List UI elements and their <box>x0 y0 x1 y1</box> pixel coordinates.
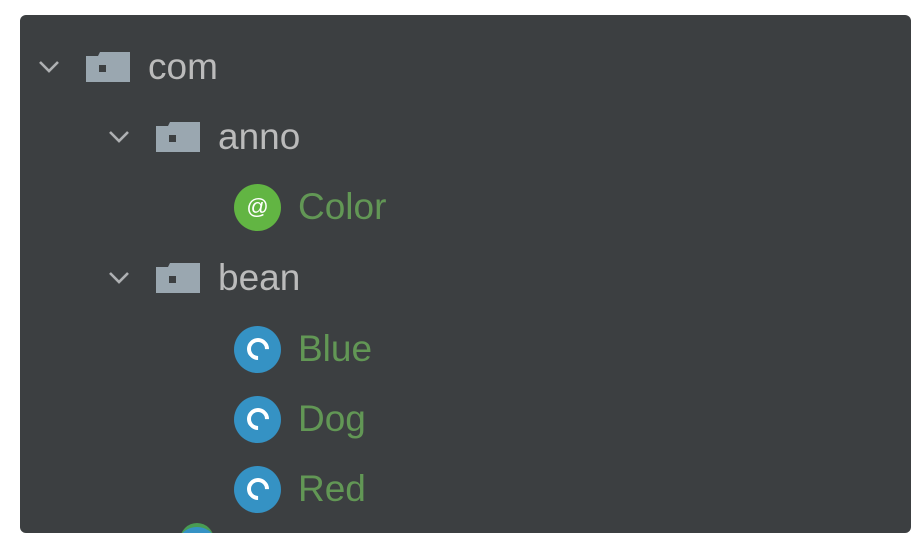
project-tree-panel: com anno @ Color bean Blue Dog Red <box>20 15 911 533</box>
tree-node-label: bean <box>218 257 301 298</box>
tree-leaf-blue[interactable]: Blue <box>234 314 372 384</box>
tree-leaf-dog[interactable]: Dog <box>234 384 366 454</box>
folder-icon <box>84 47 134 87</box>
tree-leaf-label: Blue <box>298 328 373 369</box>
tree-leaf-red[interactable]: Red <box>234 454 366 524</box>
chevron-down-icon[interactable] <box>104 117 134 157</box>
tree-leaf-color[interactable]: @ Color <box>234 172 386 242</box>
class-icon <box>234 395 281 443</box>
annotation-icon: @ <box>234 183 281 231</box>
chevron-down-icon[interactable] <box>34 47 64 87</box>
tree-leaf-label: Color <box>298 186 387 227</box>
folder-icon <box>154 258 204 298</box>
class-icon <box>234 465 281 513</box>
tree-node-label: anno <box>218 116 301 157</box>
tree-node-com[interactable]: com <box>34 32 218 102</box>
class-icon <box>234 325 281 373</box>
tree-node-label: com <box>148 46 218 87</box>
tree-node-anno[interactable]: anno <box>104 102 300 172</box>
clipped-node-icon-bottom <box>180 523 214 533</box>
tree-leaf-label: Dog <box>298 398 366 439</box>
tree-leaf-label: Red <box>298 468 366 509</box>
chevron-down-icon[interactable] <box>104 258 134 298</box>
folder-icon <box>154 117 204 157</box>
tree-node-bean[interactable]: bean <box>104 243 300 313</box>
